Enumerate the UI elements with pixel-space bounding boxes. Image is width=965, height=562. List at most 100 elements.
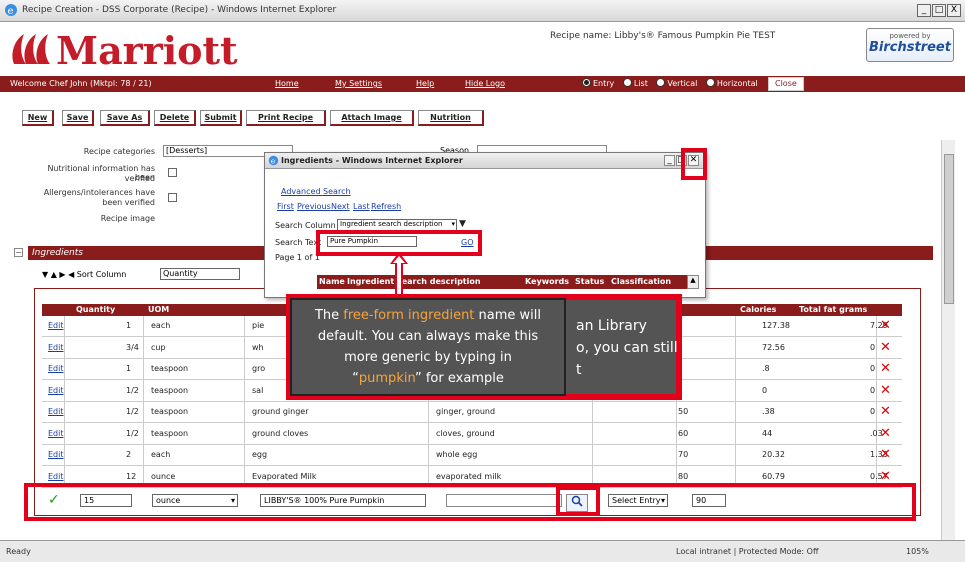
cell-uom: teaspoon bbox=[151, 385, 189, 395]
powered-by-text: powered by bbox=[889, 32, 931, 40]
main-menubar: Welcome Chef John (Mktpl: 78 / 21) Home … bbox=[0, 76, 965, 92]
callout-back-line-1: an Library bbox=[576, 318, 647, 334]
submit-button[interactable]: Submit bbox=[200, 110, 242, 126]
save-button[interactable]: Save bbox=[62, 110, 94, 126]
edit-link[interactable]: Edit bbox=[48, 386, 64, 395]
cell-cal: 20.32 bbox=[762, 450, 785, 459]
zoom-level[interactable]: 105% bbox=[906, 547, 929, 556]
delete-icon[interactable]: ✕ bbox=[880, 318, 891, 333]
highlight-popup-close bbox=[681, 148, 707, 180]
page-indicator: Page 1 of 1 bbox=[275, 253, 320, 262]
delete-icon[interactable]: ✕ bbox=[880, 383, 891, 398]
edit-link[interactable]: Edit bbox=[48, 450, 64, 459]
allergens-verified-checkbox[interactable] bbox=[168, 193, 177, 202]
radio-entry[interactable]: Entry bbox=[582, 78, 614, 88]
page-scrollbar[interactable] bbox=[941, 140, 955, 540]
advanced-search-link[interactable]: Advanced Search bbox=[281, 187, 351, 196]
cell-fat: 0 bbox=[870, 385, 876, 395]
cell-cal: .38 bbox=[762, 407, 775, 416]
nav-refresh[interactable]: Refresh bbox=[371, 202, 401, 211]
cell-ing: ground ginger bbox=[252, 407, 309, 416]
cell-qty: 1/2 bbox=[126, 428, 139, 438]
marriott-logo: Marriott bbox=[12, 28, 238, 70]
nav-last[interactable]: Last bbox=[353, 202, 370, 211]
delete-icon[interactable]: ✕ bbox=[880, 361, 891, 376]
table-row: Edit 2 each egg whole egg 70 20.32 1.33 ✕ bbox=[42, 445, 902, 466]
menu-help[interactable]: Help bbox=[416, 79, 434, 88]
app-header: Marriott Recipe name: Libby's® Famous Pu… bbox=[0, 22, 965, 74]
delete-icon[interactable]: ✕ bbox=[880, 404, 891, 419]
popup-minimize-button[interactable]: _ bbox=[664, 155, 675, 166]
cell-cal: 72.56 bbox=[762, 342, 785, 352]
popup-col-keywords: Keywords bbox=[525, 277, 570, 286]
col-uom: UOM bbox=[148, 305, 170, 314]
edit-link[interactable]: Edit bbox=[48, 472, 64, 481]
radio-vertical[interactable]: Vertical bbox=[656, 78, 697, 88]
menu-hide-logo[interactable]: Hide Logo bbox=[465, 79, 505, 88]
callout-note: The free-form ingredient name will defau… bbox=[290, 298, 566, 396]
cell-uom: ounce bbox=[151, 471, 176, 481]
menu-home[interactable]: Home bbox=[275, 79, 299, 88]
window-controls: _ □ X bbox=[916, 4, 961, 17]
cell-qty: 2 bbox=[126, 450, 132, 459]
collapse-icon[interactable]: − bbox=[14, 248, 23, 257]
birchstreet-text: Birchstreet bbox=[869, 40, 951, 55]
edit-link[interactable]: Edit bbox=[48, 321, 64, 330]
nav-first[interactable]: First bbox=[277, 202, 294, 211]
cell-qty: 1 bbox=[126, 364, 132, 373]
search-column-label: Search Column bbox=[275, 221, 336, 230]
highlight-entry-row bbox=[24, 483, 916, 521]
cell-uom: teaspoon bbox=[151, 428, 189, 438]
nav-previous[interactable]: Previous bbox=[297, 202, 331, 211]
callout-line-2: default. You can always make this bbox=[317, 329, 539, 344]
close-button[interactable]: Close bbox=[768, 77, 804, 91]
minimize-button[interactable]: _ bbox=[917, 4, 931, 17]
nav-next[interactable]: Next bbox=[331, 202, 350, 211]
save-as-button[interactable]: Save As bbox=[100, 110, 150, 126]
scrollbar-thumb[interactable] bbox=[944, 154, 954, 304]
popup-scroll-up-icon[interactable]: ▲ bbox=[687, 275, 699, 289]
print-recipe-button[interactable]: Print Recipe bbox=[246, 110, 326, 126]
callout-line-1: The free-form ingredient name will bbox=[314, 308, 542, 323]
attach-image-button[interactable]: Attach Image bbox=[330, 110, 414, 126]
delete-icon[interactable]: ✕ bbox=[880, 469, 891, 484]
cell-cal: .8 bbox=[762, 364, 770, 373]
callout-back-line-2: o, you can still bbox=[576, 340, 678, 356]
edit-link[interactable]: Edit bbox=[48, 407, 64, 416]
delete-button[interactable]: Delete bbox=[154, 110, 196, 126]
sort-down-icon[interactable]: ▼ bbox=[459, 219, 466, 229]
close-window-button[interactable]: X bbox=[947, 4, 961, 17]
cell-fat: 0 bbox=[870, 407, 876, 416]
radio-horizontal[interactable]: Horizontal bbox=[705, 78, 758, 88]
col-quantity: Quantity bbox=[76, 305, 116, 314]
edit-link[interactable]: Edit bbox=[48, 429, 64, 438]
menu-my-settings[interactable]: My Settings bbox=[335, 79, 382, 88]
svg-text:e: e bbox=[271, 157, 276, 166]
cell-uom: teaspoon bbox=[151, 407, 189, 416]
delete-icon[interactable]: ✕ bbox=[880, 447, 891, 462]
radio-icon bbox=[656, 78, 666, 87]
birchstreet-logo: powered by Birchstreet bbox=[866, 28, 954, 62]
edit-link[interactable]: Edit bbox=[48, 343, 64, 352]
nutritional-verified-checkbox[interactable] bbox=[168, 168, 177, 177]
edit-link[interactable]: Edit bbox=[48, 364, 64, 373]
nutrition-button[interactable]: Nutrition bbox=[418, 110, 484, 126]
cell-cal: 44 bbox=[762, 428, 773, 438]
ingredients-popup: e Ingredients - Windows Internet Explore… bbox=[264, 152, 706, 298]
radio-list[interactable]: List bbox=[622, 78, 648, 88]
cell-ing: sal bbox=[252, 385, 264, 395]
cell-qty: 3/4 bbox=[126, 342, 139, 352]
cell-p: 50 bbox=[678, 407, 689, 416]
new-button[interactable]: New bbox=[22, 110, 54, 126]
ie-icon: e bbox=[5, 4, 17, 17]
sort-column-select[interactable]: Quantity bbox=[160, 268, 240, 280]
cell-uom: teaspoon bbox=[151, 364, 189, 373]
delete-icon[interactable]: ✕ bbox=[880, 340, 891, 355]
callout-back-line-3: t bbox=[576, 362, 582, 378]
cell-fat: 0 bbox=[870, 342, 876, 352]
maximize-button[interactable]: □ bbox=[932, 4, 946, 17]
delete-icon[interactable]: ✕ bbox=[880, 426, 891, 441]
callout-arrow bbox=[390, 252, 408, 300]
cell-uom: cup bbox=[151, 342, 166, 352]
cell-match: cloves, ground bbox=[436, 428, 495, 438]
